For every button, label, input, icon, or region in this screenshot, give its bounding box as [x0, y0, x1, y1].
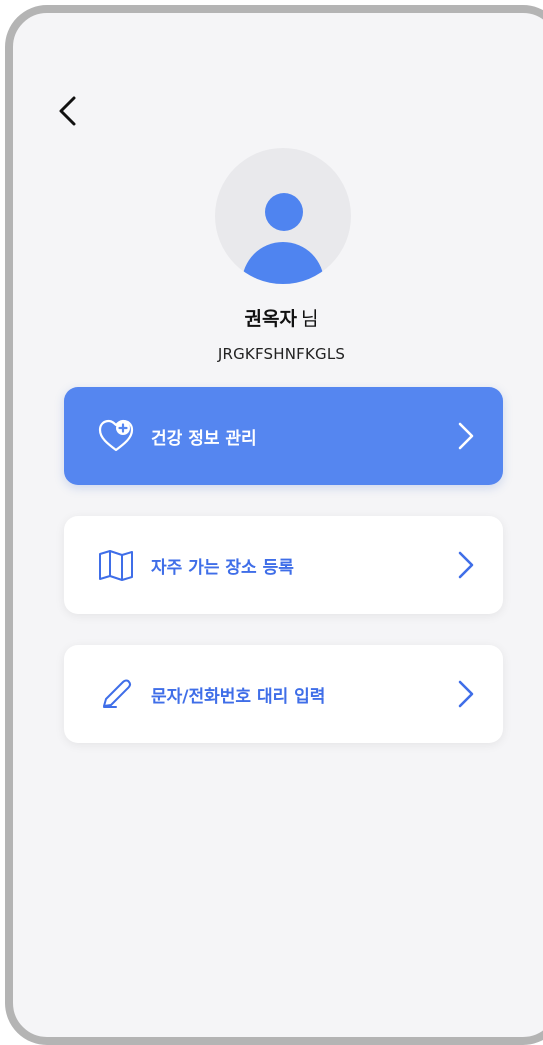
health-info-label: 건강 정보 관리 — [151, 428, 257, 449]
user-name: 권옥자 님 — [0, 304, 543, 331]
map-icon — [96, 545, 136, 585]
proxy-input-label: 문자/전화번호 대리 입력 — [151, 686, 326, 707]
health-info-button[interactable]: 건강 정보 관리 — [64, 387, 503, 485]
frequent-places-button[interactable]: 자주 가는 장소 등록 — [64, 516, 503, 614]
chevron-right-icon — [458, 422, 474, 450]
proxy-input-button[interactable]: 문자/전화번호 대리 입력 — [64, 645, 503, 743]
avatar — [215, 148, 351, 284]
back-button[interactable] — [55, 94, 81, 128]
avatar-head — [265, 193, 303, 231]
avatar-body — [242, 242, 324, 284]
chevron-right-icon — [458, 551, 474, 579]
chevron-right-icon — [458, 680, 474, 708]
honorific: 님 — [300, 308, 319, 330]
user-id: JRGKFSHNFKGLS — [217, 345, 346, 363]
user-name-text: 권옥자 — [244, 308, 297, 330]
pencil-icon — [96, 674, 136, 714]
frequent-places-label: 자주 가는 장소 등록 — [151, 557, 294, 578]
heart-plus-icon — [96, 416, 136, 456]
